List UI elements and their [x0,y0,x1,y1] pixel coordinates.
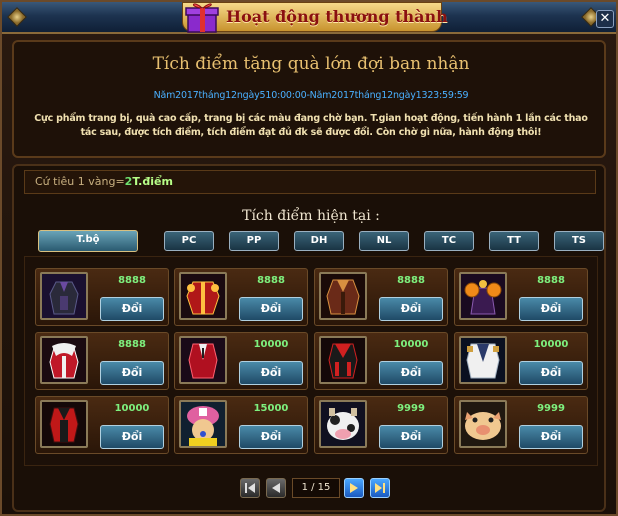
event-description: Cực phẩm trang bị, quà cao cấp, trang bị… [34,113,588,138]
item-slot[interactable] [319,400,367,448]
tab-all[interactable]: T.bộ [38,230,138,252]
chopper-pet-icon [181,402,225,446]
window-title: Hoạt động thương thành [226,7,448,26]
prev-page-icon [272,483,280,493]
prev-page-button[interactable] [266,478,286,498]
item-price: 10000 [393,339,429,350]
item-card: 9999 Đổi [454,396,588,454]
item-price: 10000 [114,403,150,414]
item-card: 10000 Đổi [314,332,448,390]
item-card: 15000 Đổi [174,396,308,454]
item-card: 8888 Đổi [314,268,448,326]
tab-pp[interactable]: PP [229,231,279,251]
pagination: 1 / 15 [2,478,618,500]
exchange-button[interactable]: Đổi [379,361,443,385]
exchange-rate-bar: Cứ tiêu 1 vàng=2T.điểm [24,170,596,194]
tab-tt[interactable]: TT [489,231,539,251]
red-suit-icon [181,338,225,382]
item-card: 10000 Đổi [35,396,169,454]
exchange-button[interactable]: Đổi [239,425,303,449]
item-slot[interactable] [319,336,367,384]
next-page-icon [350,483,358,493]
tab-tc[interactable]: TC [424,231,474,251]
title-bar[interactable]: Hoạt động thương thành ✕ [2,2,616,34]
exchange-button[interactable]: Đổi [239,297,303,321]
close-button[interactable]: ✕ [596,10,614,28]
exchange-button[interactable]: Đổi [519,361,583,385]
rate-prefix: Cứ tiêu 1 vàng= [35,175,125,188]
item-slot[interactable] [40,272,88,320]
item-card: 10000 Đổi [174,332,308,390]
exchange-button[interactable]: Đổi [519,425,583,449]
item-slot[interactable] [319,272,367,320]
event-headline: Tích điểm tặng quà lớn đợi bạn nhận [152,54,470,74]
item-slot[interactable] [459,336,507,384]
gift-box-icon [184,0,220,34]
item-price: 10000 [253,339,289,350]
item-slot[interactable] [40,336,88,384]
item-card: 8888 Đổi [35,268,169,326]
item-card: 8888 Đổi [35,332,169,390]
marine-coat-icon [461,338,505,382]
event-date-range: Năm2017tháng12ngày510:00:00-Năm2017tháng… [153,90,469,101]
exchange-button[interactable]: Đổi [100,361,164,385]
item-price: 8888 [118,339,146,350]
current-points-label: Tích điểm hiện tại : [242,208,380,224]
last-page-icon [375,483,385,493]
last-page-button[interactable] [370,478,390,498]
exchange-button[interactable]: Đổi [379,297,443,321]
pumpkin-costume-icon [461,274,505,318]
item-slot[interactable] [179,272,227,320]
item-price: 15000 [253,403,289,414]
item-price: 8888 [257,275,285,286]
item-card: 10000 Đổi [454,332,588,390]
red-black-jacket-icon [42,402,86,446]
item-slot[interactable] [459,272,507,320]
exchange-button[interactable]: Đổi [239,361,303,385]
cow-pet-icon [321,402,365,446]
item-price: 9999 [397,403,425,414]
item-card: 9999 Đổi [314,396,448,454]
rate-unit: T.điểm [132,175,173,188]
item-price: 8888 [118,275,146,286]
page-indicator: 1 / 15 [292,478,340,498]
next-page-button[interactable] [344,478,364,498]
item-card: 8888 Đổi [454,268,588,326]
fur-red-coat-icon [42,338,86,382]
tab-pc[interactable]: PC [164,231,214,251]
exchange-button[interactable]: Đổi [379,425,443,449]
tab-nl[interactable]: NL [359,231,409,251]
item-card: 8888 Đổi [174,268,308,326]
item-price: 8888 [397,275,425,286]
first-page-button[interactable] [240,478,260,498]
item-price: 9999 [537,403,565,414]
item-slot[interactable] [459,400,507,448]
black-red-coat-icon [321,338,365,382]
exchange-button[interactable]: Đổi [100,425,164,449]
item-slot[interactable] [179,400,227,448]
exchange-button[interactable]: Đổi [100,297,164,321]
tab-ts[interactable]: TS [554,231,604,251]
event-info-panel: Tích điểm tặng quà lớn đợi bạn nhận Năm2… [12,40,606,158]
brown-coat-icon [321,274,365,318]
corner-ornament-icon [7,7,27,27]
exchange-window: Hoạt động thương thành ✕ Tích điểm tặng … [0,0,618,516]
pig-pet-icon [461,402,505,446]
red-gold-coat-icon [181,274,225,318]
category-tabs: T.bộ PC PP DH NL TC TT TS [2,230,618,253]
item-slot[interactable] [179,336,227,384]
dark-armor-icon [42,274,86,318]
item-slot[interactable] [40,400,88,448]
item-price: 10000 [533,339,569,350]
first-page-icon [245,483,255,493]
exchange-button[interactable]: Đổi [519,297,583,321]
item-price: 8888 [537,275,565,286]
tab-dh[interactable]: DH [294,231,344,251]
